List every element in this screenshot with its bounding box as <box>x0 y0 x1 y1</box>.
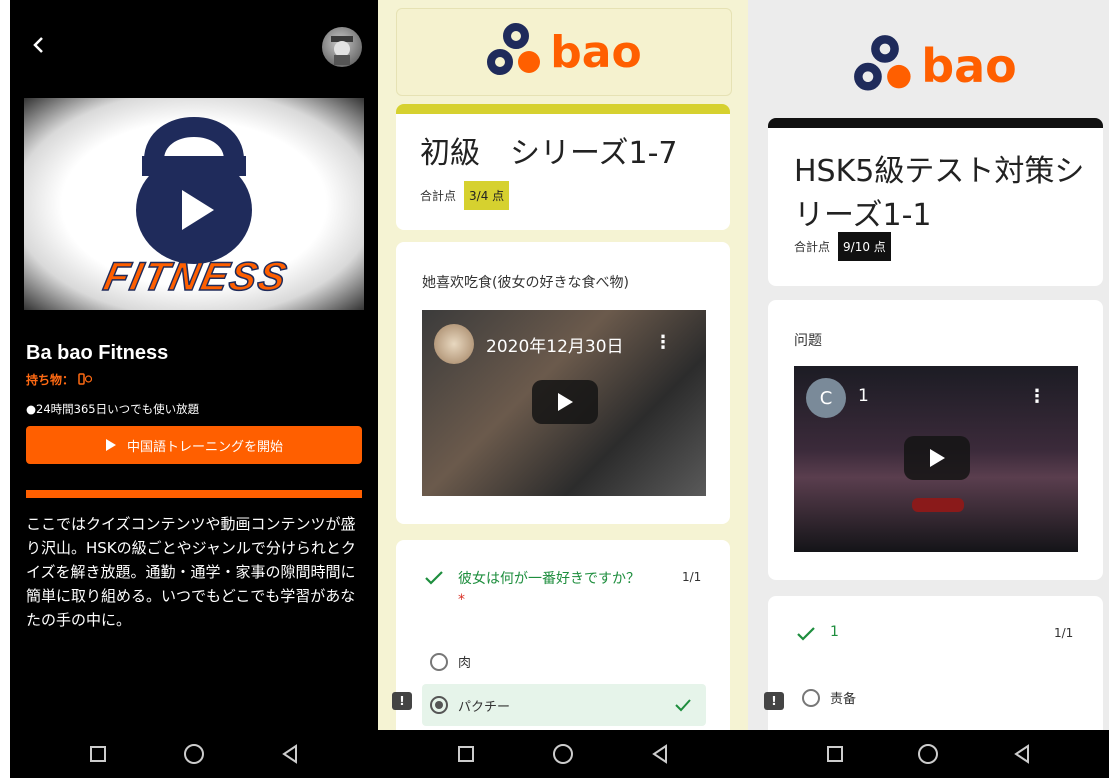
option-label: 肉 <box>458 656 472 671</box>
video-player[interactable]: C 1 ⋮ <box>794 366 1078 552</box>
form-title: 初級 シリーズ1-7 <box>420 136 678 171</box>
android-navbar <box>748 730 1109 778</box>
required-mark: * <box>458 592 465 608</box>
kettlebell-logo-icon: FITNESS <box>99 117 293 300</box>
quiz-screen-beginner: bao 初級 シリーズ1-7 合計点 3/4 点 她喜欢吃食(彼女の好きな食べ物… <box>378 0 748 778</box>
option-row-selected[interactable]: パクチー <box>422 684 706 726</box>
circle-icon <box>552 744 573 764</box>
feedback-icon[interactable]: ! <box>392 692 412 710</box>
radio-button-selected[interactable] <box>430 696 448 714</box>
question-card-1: 她喜欢吃食(彼女の好きな食べ物) 2020年12月30日 ⋮ <box>396 242 730 524</box>
quiz-screen-hsk5: bao HSK5級テスト対策シリーズ1-1 合計点 9/10 点 问题 C 1 … <box>748 0 1109 778</box>
recents-button[interactable] <box>446 734 486 774</box>
square-icon <box>458 746 475 762</box>
feedback-icon[interactable]: ! <box>764 692 784 710</box>
start-training-label: 中国語トレーニングを開始 <box>126 439 283 455</box>
play-button[interactable] <box>532 380 598 424</box>
triangle-back-icon <box>651 744 667 764</box>
play-icon <box>558 393 573 411</box>
circle-icon <box>918 744 939 764</box>
video-date: 2020年12月30日 <box>486 337 624 357</box>
home-button[interactable] <box>908 734 948 774</box>
play-icon <box>930 449 945 467</box>
score-label: 合計点 <box>794 240 831 254</box>
babao-logo-icon <box>487 23 541 75</box>
option-row[interactable]: 肉 <box>430 652 471 671</box>
logo-header: bao <box>768 18 1102 114</box>
recents-button[interactable] <box>78 734 118 774</box>
question-text: 问题 <box>794 333 822 349</box>
option-row[interactable]: 责备 <box>802 688 856 707</box>
radio-button[interactable] <box>802 688 820 707</box>
question-points: 1/1 <box>1054 626 1074 640</box>
fitness-app-screen: FITNESS Ba bao Fitness 持ち物： ●24時間365日いつで… <box>10 0 378 778</box>
fitness-hero-image[interactable]: FITNESS <box>24 98 364 310</box>
feature-text: ●24時間365日いつでも使い放題 <box>26 402 200 416</box>
question-text: 她喜欢吃食(彼女の好きな食べ物) <box>422 275 629 291</box>
car-taillights <box>912 498 964 512</box>
channel-initial: C <box>819 387 833 409</box>
channel-avatar <box>434 324 474 364</box>
logo-text: bao <box>550 26 642 78</box>
check-icon <box>797 627 815 641</box>
logo-header: bao <box>396 8 732 96</box>
question-text: 1 <box>830 624 839 640</box>
video-title: 1 <box>858 386 869 406</box>
check-icon <box>425 571 443 585</box>
total-score: 合計点 3/4 点 <box>420 181 510 210</box>
belongings-label: 持ち物： <box>26 371 93 388</box>
play-button[interactable] <box>904 436 970 480</box>
check-icon <box>675 699 691 712</box>
description: ここではクイズコンテンツや動画コンテンツが盛り沢山。HSKの級ごとやジャンルで分… <box>26 515 356 629</box>
back-button[interactable] <box>24 30 54 60</box>
belongings-text: 持ち物： <box>26 373 75 387</box>
android-navbar <box>10 730 378 778</box>
back-nav-button[interactable] <box>640 734 680 774</box>
babao-logo-icon <box>854 35 911 91</box>
more-options-icon[interactable]: ⋮ <box>654 332 672 353</box>
video-player[interactable]: 2020年12月30日 ⋮ <box>422 310 706 496</box>
triangle-back-icon <box>282 744 297 764</box>
home-button[interactable] <box>543 734 583 774</box>
play-icon <box>105 439 116 451</box>
score-label: 合計点 <box>420 189 457 203</box>
more-options-icon[interactable]: ⋮ <box>1028 386 1046 407</box>
form-title: HSK5級テスト対策シリーズ1-1 <box>794 154 1085 233</box>
avatar-icon <box>331 36 353 65</box>
question-card-1: 问题 C 1 ⋮ <box>768 300 1103 580</box>
android-navbar <box>378 730 748 778</box>
back-nav-button[interactable] <box>270 734 310 774</box>
form-header-card: 初級 シリーズ1-7 合計点 3/4 点 <box>396 104 730 230</box>
logo-text: bao <box>921 39 1017 93</box>
total-score: 合計点 9/10 点 <box>794 232 891 261</box>
question-text: 彼女は何が一番好きですか？ <box>458 571 640 587</box>
option-label: パクチー <box>458 699 511 715</box>
form-header-card: HSK5級テスト対策シリーズ1-1 合計点 9/10 点 <box>768 118 1103 286</box>
score-badge: 9/10 点 <box>838 232 891 261</box>
square-icon <box>90 746 106 762</box>
recents-button[interactable] <box>815 734 855 774</box>
smartphone-icon <box>78 373 93 385</box>
start-training-button[interactable]: 中国語トレーニングを開始 <box>26 426 362 464</box>
divider <box>26 490 362 498</box>
back-nav-button[interactable] <box>1002 734 1042 774</box>
user-avatar[interactable] <box>322 27 362 67</box>
square-icon <box>826 746 843 762</box>
circle-icon <box>184 744 204 764</box>
score-badge: 3/4 点 <box>464 181 510 210</box>
option-label: 责备 <box>830 692 857 707</box>
radio-button[interactable] <box>430 652 448 671</box>
chevron-left-icon <box>33 37 43 53</box>
home-button[interactable] <box>174 734 214 774</box>
app-title: Ba bao Fitness <box>26 342 169 364</box>
triangle-back-icon <box>1014 744 1030 764</box>
channel-avatar: C <box>806 378 846 418</box>
hero-title: FITNESS <box>100 253 293 298</box>
question-points: 1/1 <box>682 570 702 584</box>
